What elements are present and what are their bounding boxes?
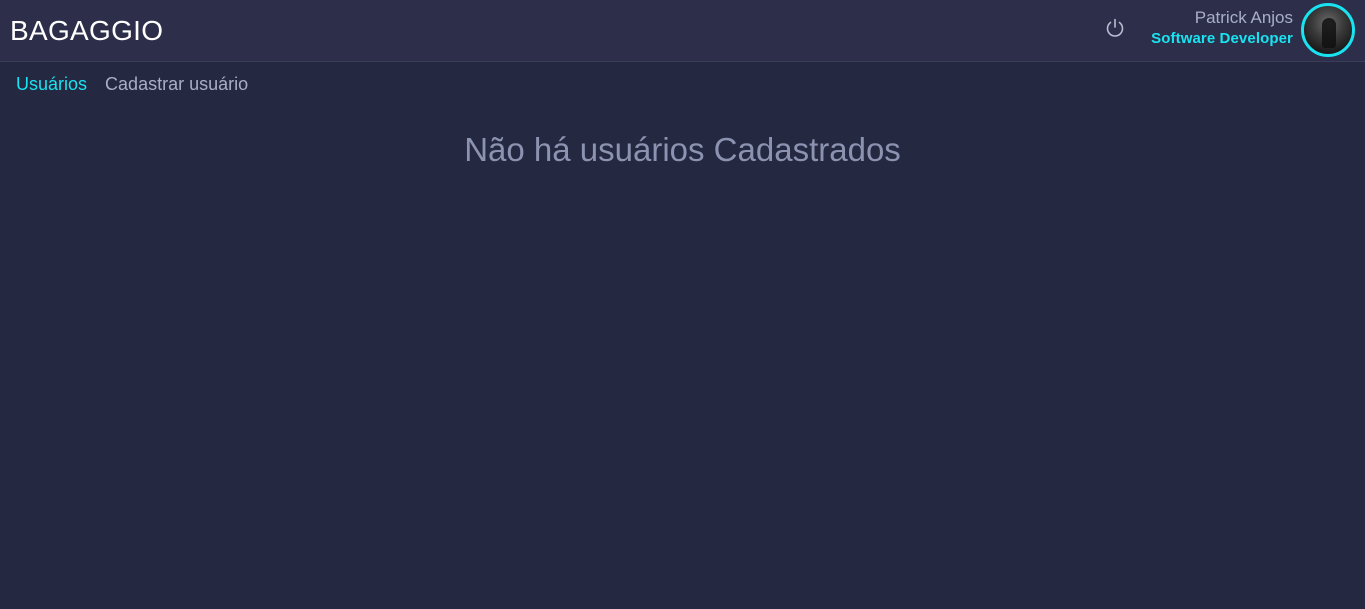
top-bar: BAGAGGIO Patrick Anjos Software Develope… <box>0 0 1365 62</box>
tab-usuarios[interactable]: Usuários <box>16 74 87 94</box>
app-logo[interactable]: BAGAGGIO <box>10 14 163 48</box>
power-icon[interactable] <box>1103 16 1127 40</box>
user-name: Patrick Anjos <box>1194 8 1293 27</box>
avatar[interactable] <box>1301 3 1355 57</box>
nav-tabs: Usuários Cadastrar usuário <box>16 72 261 96</box>
user-info: Patrick Anjos Software Developer <box>1151 8 1293 50</box>
empty-state-message: Não há usuários Cadastrados <box>464 131 901 168</box>
avatar-photo <box>1322 18 1336 48</box>
user-role: Software Developer <box>1151 30 1293 47</box>
tab-cadastrar-usuario[interactable]: Cadastrar usuário <box>105 74 248 94</box>
